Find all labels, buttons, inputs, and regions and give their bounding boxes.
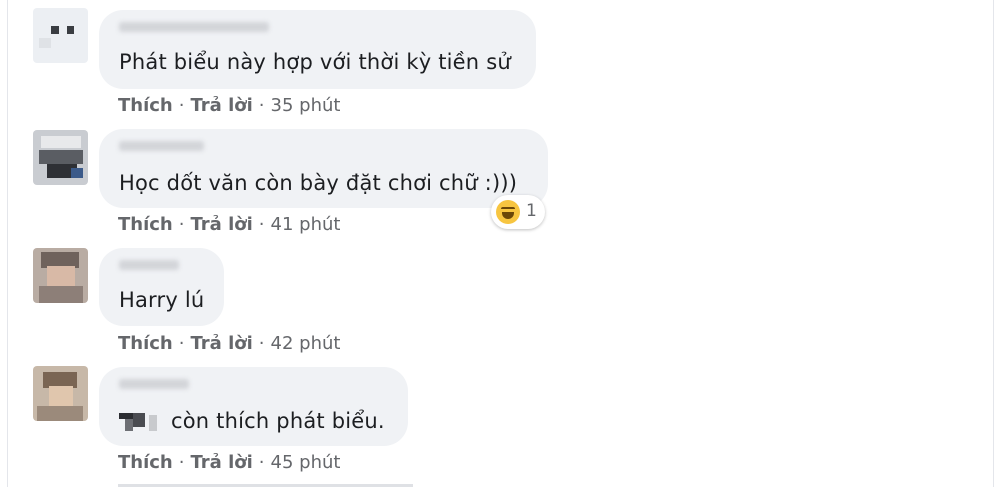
comment-text-body: còn thích phát biểu.	[171, 409, 385, 433]
reply-button[interactable]: Trả lời	[190, 333, 252, 354]
separator: ·	[178, 333, 185, 354]
comment-bubble: Phát biểu này hợp với thời kỳ tiền sử	[99, 10, 536, 89]
separator: ·	[178, 214, 185, 235]
commenter-name[interactable]	[119, 260, 179, 270]
reply-button[interactable]: Trả lời	[190, 214, 252, 235]
avatar[interactable]	[33, 130, 88, 185]
comment-timestamp[interactable]: 41 phút	[271, 214, 341, 235]
commenter-name[interactable]	[119, 141, 204, 151]
laughing-reaction-icon	[496, 200, 520, 224]
comment-timestamp[interactable]: 42 phút	[271, 333, 341, 354]
like-button[interactable]: Thích	[118, 95, 173, 116]
comment-bubble: Học dốt văn còn bày đặt chơi chữ :)))	[99, 129, 548, 208]
comment-actions: Thích · Trả lời · 45 phút	[118, 452, 340, 473]
comment-text: Harry lú	[119, 288, 205, 312]
separator: ·	[178, 95, 185, 116]
avatar[interactable]	[33, 248, 88, 303]
avatar[interactable]	[33, 366, 88, 421]
tagged-user-mention[interactable]	[119, 411, 163, 433]
separator: ·	[178, 452, 185, 473]
comment-timestamp[interactable]: 35 phút	[271, 95, 341, 116]
comment-text: Phát biểu này hợp với thời kỳ tiền sử	[119, 50, 511, 74]
reply-button[interactable]: Trả lời	[190, 452, 252, 473]
separator: ·	[258, 333, 265, 354]
reaction-summary[interactable]: 1	[491, 195, 545, 229]
commenter-name[interactable]	[119, 22, 269, 32]
comment-text: Học dốt văn còn bày đặt chơi chữ :)))	[119, 171, 518, 195]
separator: ·	[258, 214, 265, 235]
avatar[interactable]	[33, 8, 88, 63]
commenter-name[interactable]	[119, 379, 189, 389]
comment-bubble: Harry lú	[99, 248, 224, 326]
reaction-count: 1	[526, 201, 537, 221]
comment-text: còn thích phát biểu.	[119, 409, 385, 433]
comment-timestamp[interactable]: 45 phút	[271, 452, 341, 473]
comment-actions: Thích · Trả lời · 42 phút	[118, 333, 340, 354]
like-button[interactable]: Thích	[118, 333, 173, 354]
comment-bubble: còn thích phát biểu.	[99, 367, 408, 446]
like-button[interactable]: Thích	[118, 452, 173, 473]
separator: ·	[258, 452, 265, 473]
separator: ·	[258, 95, 265, 116]
like-button[interactable]: Thích	[118, 214, 173, 235]
comment-actions: Thích · Trả lời · 41 phút	[118, 214, 340, 235]
comment-actions: Thích · Trả lời · 35 phút	[118, 95, 340, 116]
reply-button[interactable]: Trả lời	[190, 95, 252, 116]
